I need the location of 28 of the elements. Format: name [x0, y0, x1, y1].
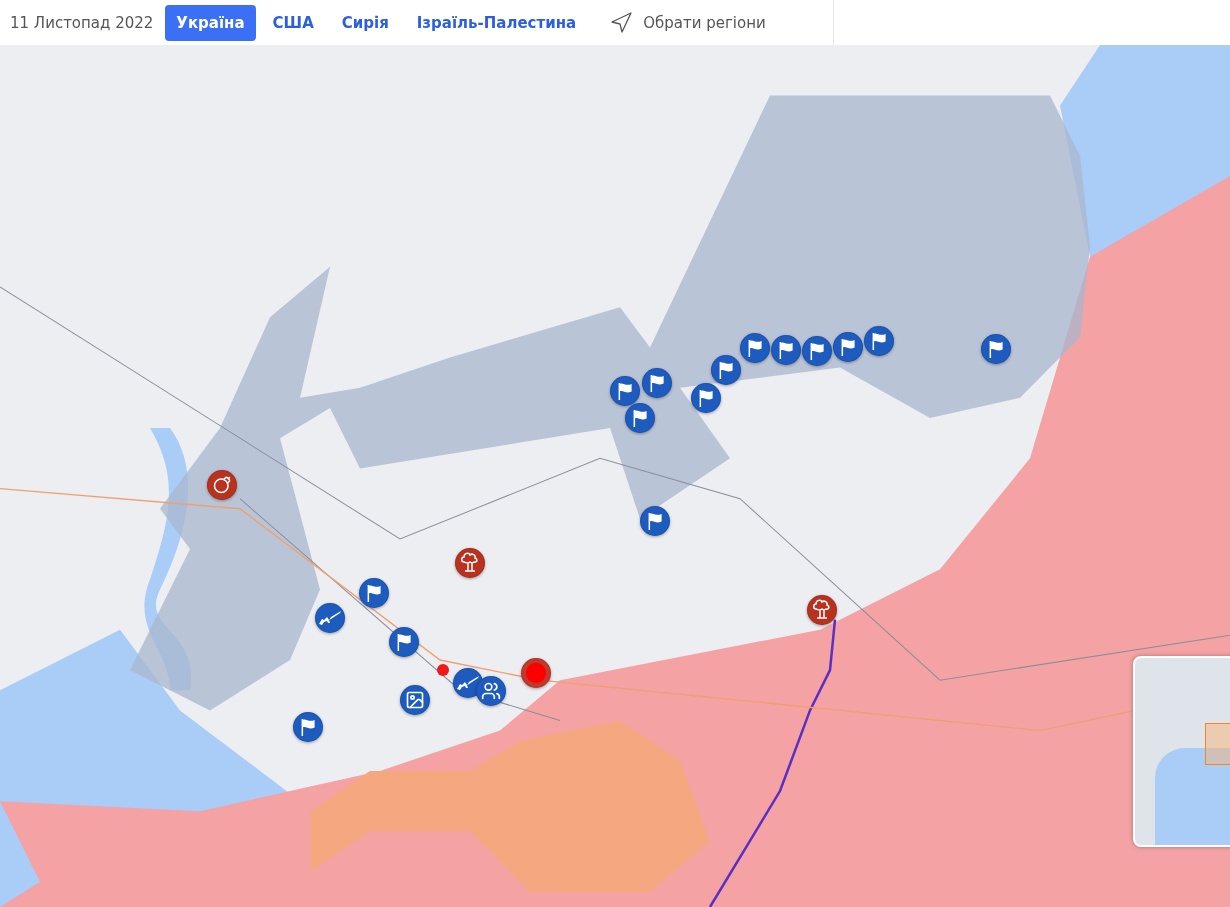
flag-icon: [872, 332, 886, 350]
flag-icon: [779, 341, 793, 359]
flag-icon: [301, 718, 315, 736]
mushroom-cloud-icon: [460, 552, 480, 574]
flag-icon: [841, 338, 855, 356]
mushroom-cloud-icon: [812, 599, 832, 621]
flag-icon: [989, 340, 1003, 358]
flag-icon: [719, 361, 733, 379]
region-tab[interactable]: Ізраїль-Палестина: [405, 4, 588, 41]
flag-icon: [650, 374, 664, 392]
photo-icon: [405, 690, 425, 710]
people-icon: [481, 681, 501, 701]
region-tab[interactable]: Сирія: [330, 4, 400, 41]
region-picker-button[interactable]: Обрати регіони: [605, 4, 770, 41]
flag-icon: [367, 584, 381, 602]
region-tab[interactable]: США: [261, 4, 325, 41]
flag-icon: [633, 409, 647, 427]
flag-icon: [699, 389, 713, 407]
flag-icon: [618, 382, 632, 400]
navigation-arrow-icon: [609, 10, 634, 35]
flag-icon: [748, 339, 762, 357]
region-tab[interactable]: Україна: [165, 4, 256, 41]
circle-icon: [525, 662, 547, 684]
date-label: 11 Листопад 2022: [10, 13, 154, 32]
flag-icon: [648, 512, 662, 530]
flag-icon: [810, 342, 824, 360]
bomb-icon: [213, 476, 231, 494]
flag-icon: [397, 633, 411, 651]
